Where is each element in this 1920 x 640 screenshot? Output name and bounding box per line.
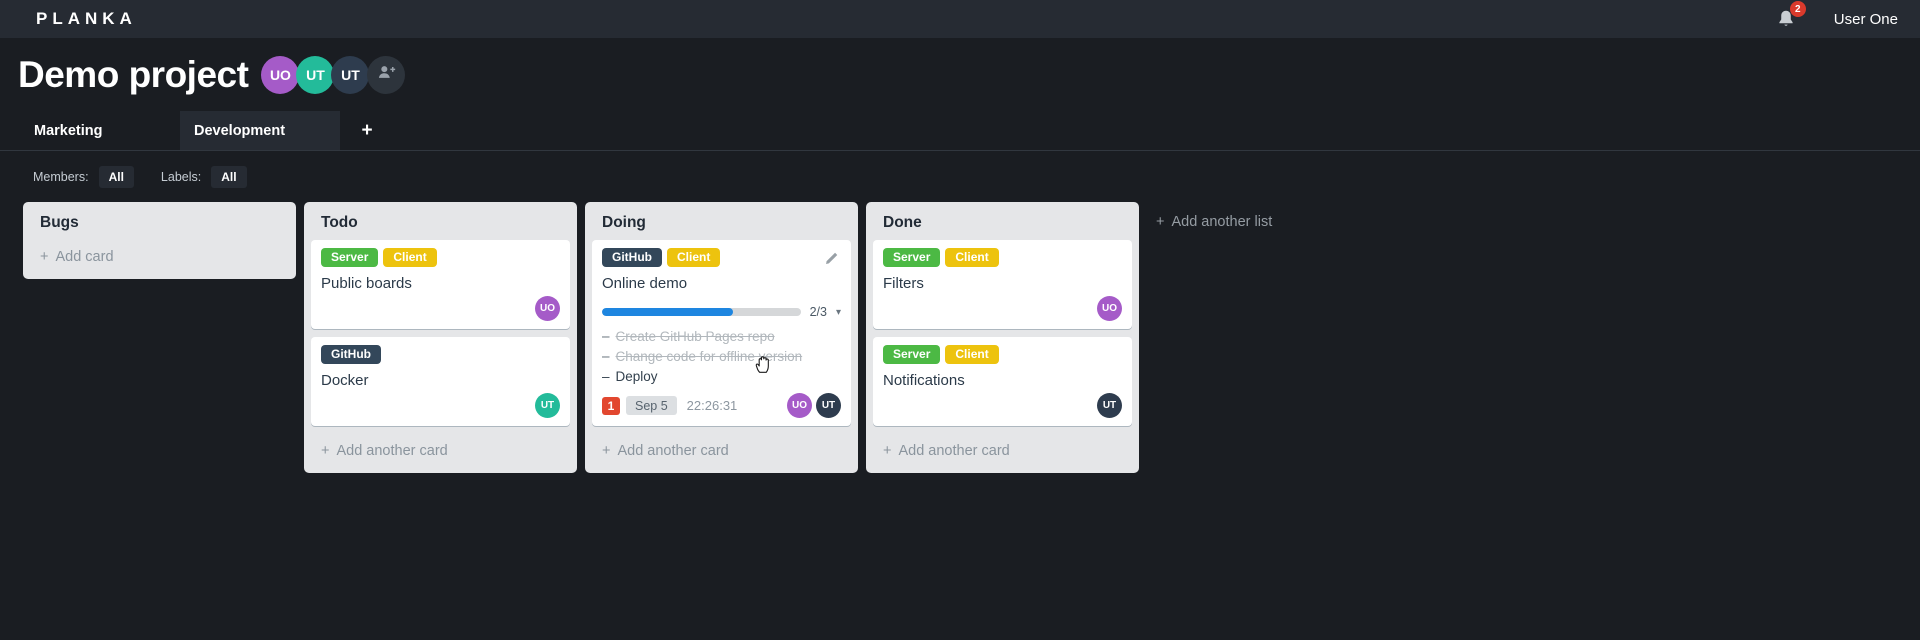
add-card-button[interactable]: + Add card (23, 240, 296, 275)
plus-icon: + (1156, 214, 1165, 230)
user-menu[interactable]: User One (1834, 11, 1898, 28)
project-members: UO UT UT (261, 55, 406, 94)
plus-icon: + (602, 443, 611, 459)
list-bugs: Bugs + Add card (23, 202, 296, 279)
card-title: Online demo (602, 275, 688, 292)
planka-logo: PLANKA (36, 9, 137, 28)
plus-icon: + (321, 443, 330, 459)
add-card-button[interactable]: + Add another card (304, 434, 577, 469)
top-bar: PLANKA 2 User One (0, 0, 1920, 38)
notifications-button[interactable]: 2 (1775, 1, 1806, 30)
card-title: Docker (321, 372, 369, 389)
plus-icon: + (40, 249, 49, 265)
timer-value: 22:26:31 (686, 398, 738, 413)
members-filter-label: Members: (33, 170, 89, 184)
card-label: Client (945, 345, 999, 364)
progress-bar (602, 308, 801, 316)
card-title: Filters (883, 275, 924, 292)
add-board-button[interactable]: + (348, 111, 386, 150)
tab-development[interactable]: Development (180, 111, 340, 150)
card-label: Client (383, 248, 437, 267)
avatar[interactable]: UT (535, 393, 560, 418)
list-todo: Todo Server Client Public boards UO GitH… (304, 202, 577, 473)
project-header: Demo project UO UT UT (0, 38, 406, 111)
task-item: – Change code for offline version (602, 348, 803, 364)
list-doing: Doing GitHub Client Online demo 2/3 ▾ – … (585, 202, 858, 473)
progress-bar-fill (602, 308, 734, 316)
list-done: Done Server Client Filters UO Server Cli… (866, 202, 1139, 473)
tasks-progress: 2/3 ▾ (602, 305, 841, 319)
avatar[interactable]: UT (816, 393, 841, 418)
avatar[interactable]: UT (1097, 393, 1122, 418)
avatar[interactable]: UO (787, 393, 812, 418)
card-notifications[interactable]: Server Client Notifications UT (873, 337, 1132, 426)
task-item: – Deploy (602, 368, 658, 384)
dash-icon: – (602, 368, 610, 384)
avatar[interactable]: UT (331, 55, 370, 94)
labels-filter-value[interactable]: All (211, 166, 247, 188)
add-list-button[interactable]: + Add another list (1156, 214, 1272, 230)
list-title[interactable]: Doing (585, 202, 858, 240)
notification-count-badge: 2 (1789, 1, 1806, 17)
labels-filter-label: Labels: (160, 170, 202, 184)
card-notification-badge: 1 (602, 396, 620, 415)
chevron-down-icon[interactable]: ▾ (836, 307, 841, 318)
pencil-icon (825, 252, 839, 268)
list-title[interactable]: Todo (304, 202, 577, 240)
plus-icon: + (361, 119, 373, 141)
card-label: GitHub (321, 345, 381, 364)
card-label: Server (883, 345, 941, 364)
project-title[interactable]: Demo project (18, 54, 249, 96)
card-label: Server (883, 248, 941, 267)
board-canvas: Bugs + Add card Todo Server Client Public… (23, 202, 1147, 473)
add-card-button[interactable]: + Add another card (866, 434, 1139, 469)
avatar[interactable]: UO (1097, 296, 1122, 321)
members-filter-value[interactable]: All (98, 166, 134, 188)
due-date-badge: Sep 5 (626, 396, 677, 415)
list-title[interactable]: Bugs (23, 202, 296, 240)
board-tabs: Marketing Development + (0, 111, 1920, 151)
avatar[interactable]: UO (261, 55, 300, 94)
card-label: Client (945, 248, 999, 267)
card-docker[interactable]: GitHub Docker UT (311, 337, 570, 426)
edit-card-button[interactable] (823, 249, 841, 267)
filter-bar: Members: All Labels: All (33, 162, 247, 192)
user-plus-icon (376, 62, 396, 87)
card-label: GitHub (602, 248, 662, 267)
card-label: Server (321, 248, 379, 267)
dash-icon: – (602, 348, 610, 364)
card-label: Client (667, 248, 721, 267)
card-online-demo[interactable]: GitHub Client Online demo 2/3 ▾ – Create … (592, 240, 851, 426)
avatar[interactable]: UT (296, 55, 335, 94)
task-item: – Create GitHub Pages repo (602, 328, 775, 344)
add-member-button[interactable] (367, 55, 406, 94)
list-title[interactable]: Done (866, 202, 1139, 240)
members-filter: Members: All (33, 166, 134, 188)
card-title: Notifications (883, 372, 965, 389)
avatar[interactable]: UO (535, 296, 560, 321)
dash-icon: – (602, 328, 610, 344)
task-list: – Create GitHub Pages repo – Change code f… (602, 326, 841, 386)
card-title: Public boards (321, 275, 412, 292)
plus-icon: + (883, 443, 892, 459)
topbar-right: 2 User One (1775, 1, 1920, 30)
card-filters[interactable]: Server Client Filters UO (873, 240, 1132, 329)
add-card-button[interactable]: + Add another card (585, 434, 858, 469)
labels-filter: Labels: All (161, 166, 247, 188)
progress-count: 2/3 (809, 305, 827, 319)
tab-marketing[interactable]: Marketing (20, 111, 180, 150)
card-public-boards[interactable]: Server Client Public boards UO (311, 240, 570, 329)
